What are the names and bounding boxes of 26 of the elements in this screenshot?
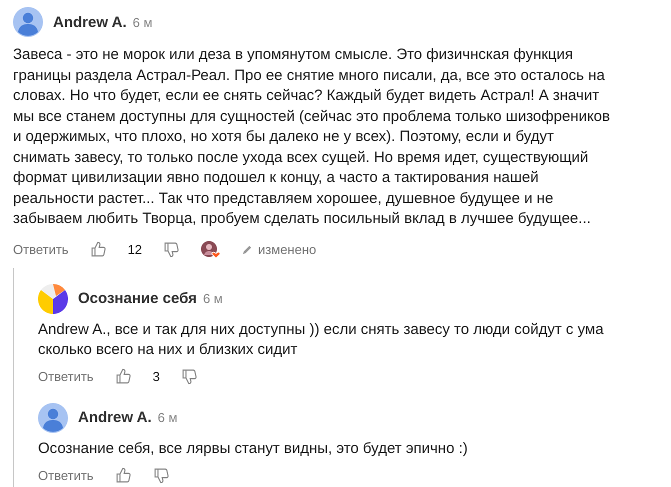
like-count: 12 [128, 242, 142, 257]
reply-link[interactable]: Ответить [38, 468, 94, 482]
comment-text: Andrew A., все и так для них доступны )) если снять завесу то люди сойдут с ума сколько всего на них и близких сидит [38, 320, 605, 360]
author-name[interactable]: Andrew A. [53, 14, 127, 30]
thumbs-up-icon[interactable] [90, 241, 107, 258]
like-count: 3 [152, 369, 160, 384]
thumbs-down-icon[interactable] [163, 241, 180, 258]
comment-time: 6 м [202, 291, 223, 306]
thumbs-up-icon[interactable] [114, 368, 132, 385]
author-name[interactable]: Осознание себя [78, 290, 197, 307]
comment-time: 6 м [132, 14, 152, 30]
author-liked-icon [201, 240, 222, 258]
thumbs-down-icon[interactable] [152, 466, 170, 484]
thumbs-down-icon[interactable] [180, 368, 198, 385]
reply-link[interactable]: Ответить [13, 242, 69, 257]
pencil-icon [242, 244, 254, 255]
comment-text: Осознание себя, все лярвы станут видны, это будет эпично :) [38, 438, 469, 458]
thumbs-up-icon[interactable] [114, 466, 132, 484]
avatar-icon [38, 402, 68, 432]
comment-time: 6 м [158, 410, 178, 425]
comment-text: Завеса - это не морок или деза в упомянутом смысле. Это физичнская функция границы раздела Астрал-Реал. Про ее снятие много писали, да, все это осталось на словах. Но что будет, если ее снять сейчас? Каждый будет видеть Астрал! А значит мы все станем доступны для сущностей (сейчас это проблема только шизофреников и одержимых, что плохо, но хотя бы далеко не у всех). Поэтому, если и будут снимать завесу, то только после ухода всех сущей. Но время идет, существующий формат цивилизации явно подошел к концу, а часто а тактирования нашей реальности растет... Так что представляем хорошее, душевное будущее и не забываем любить Творца, пробуем сделать посильный вклад в лучшее будущее... [13, 45, 611, 229]
edited-label: изменено [242, 242, 316, 257]
avatar-icon [13, 7, 43, 37]
channel-logo-icon [38, 284, 68, 314]
reply-link[interactable]: Ответить [38, 369, 94, 384]
author-name[interactable]: Andrew A. [78, 409, 152, 426]
